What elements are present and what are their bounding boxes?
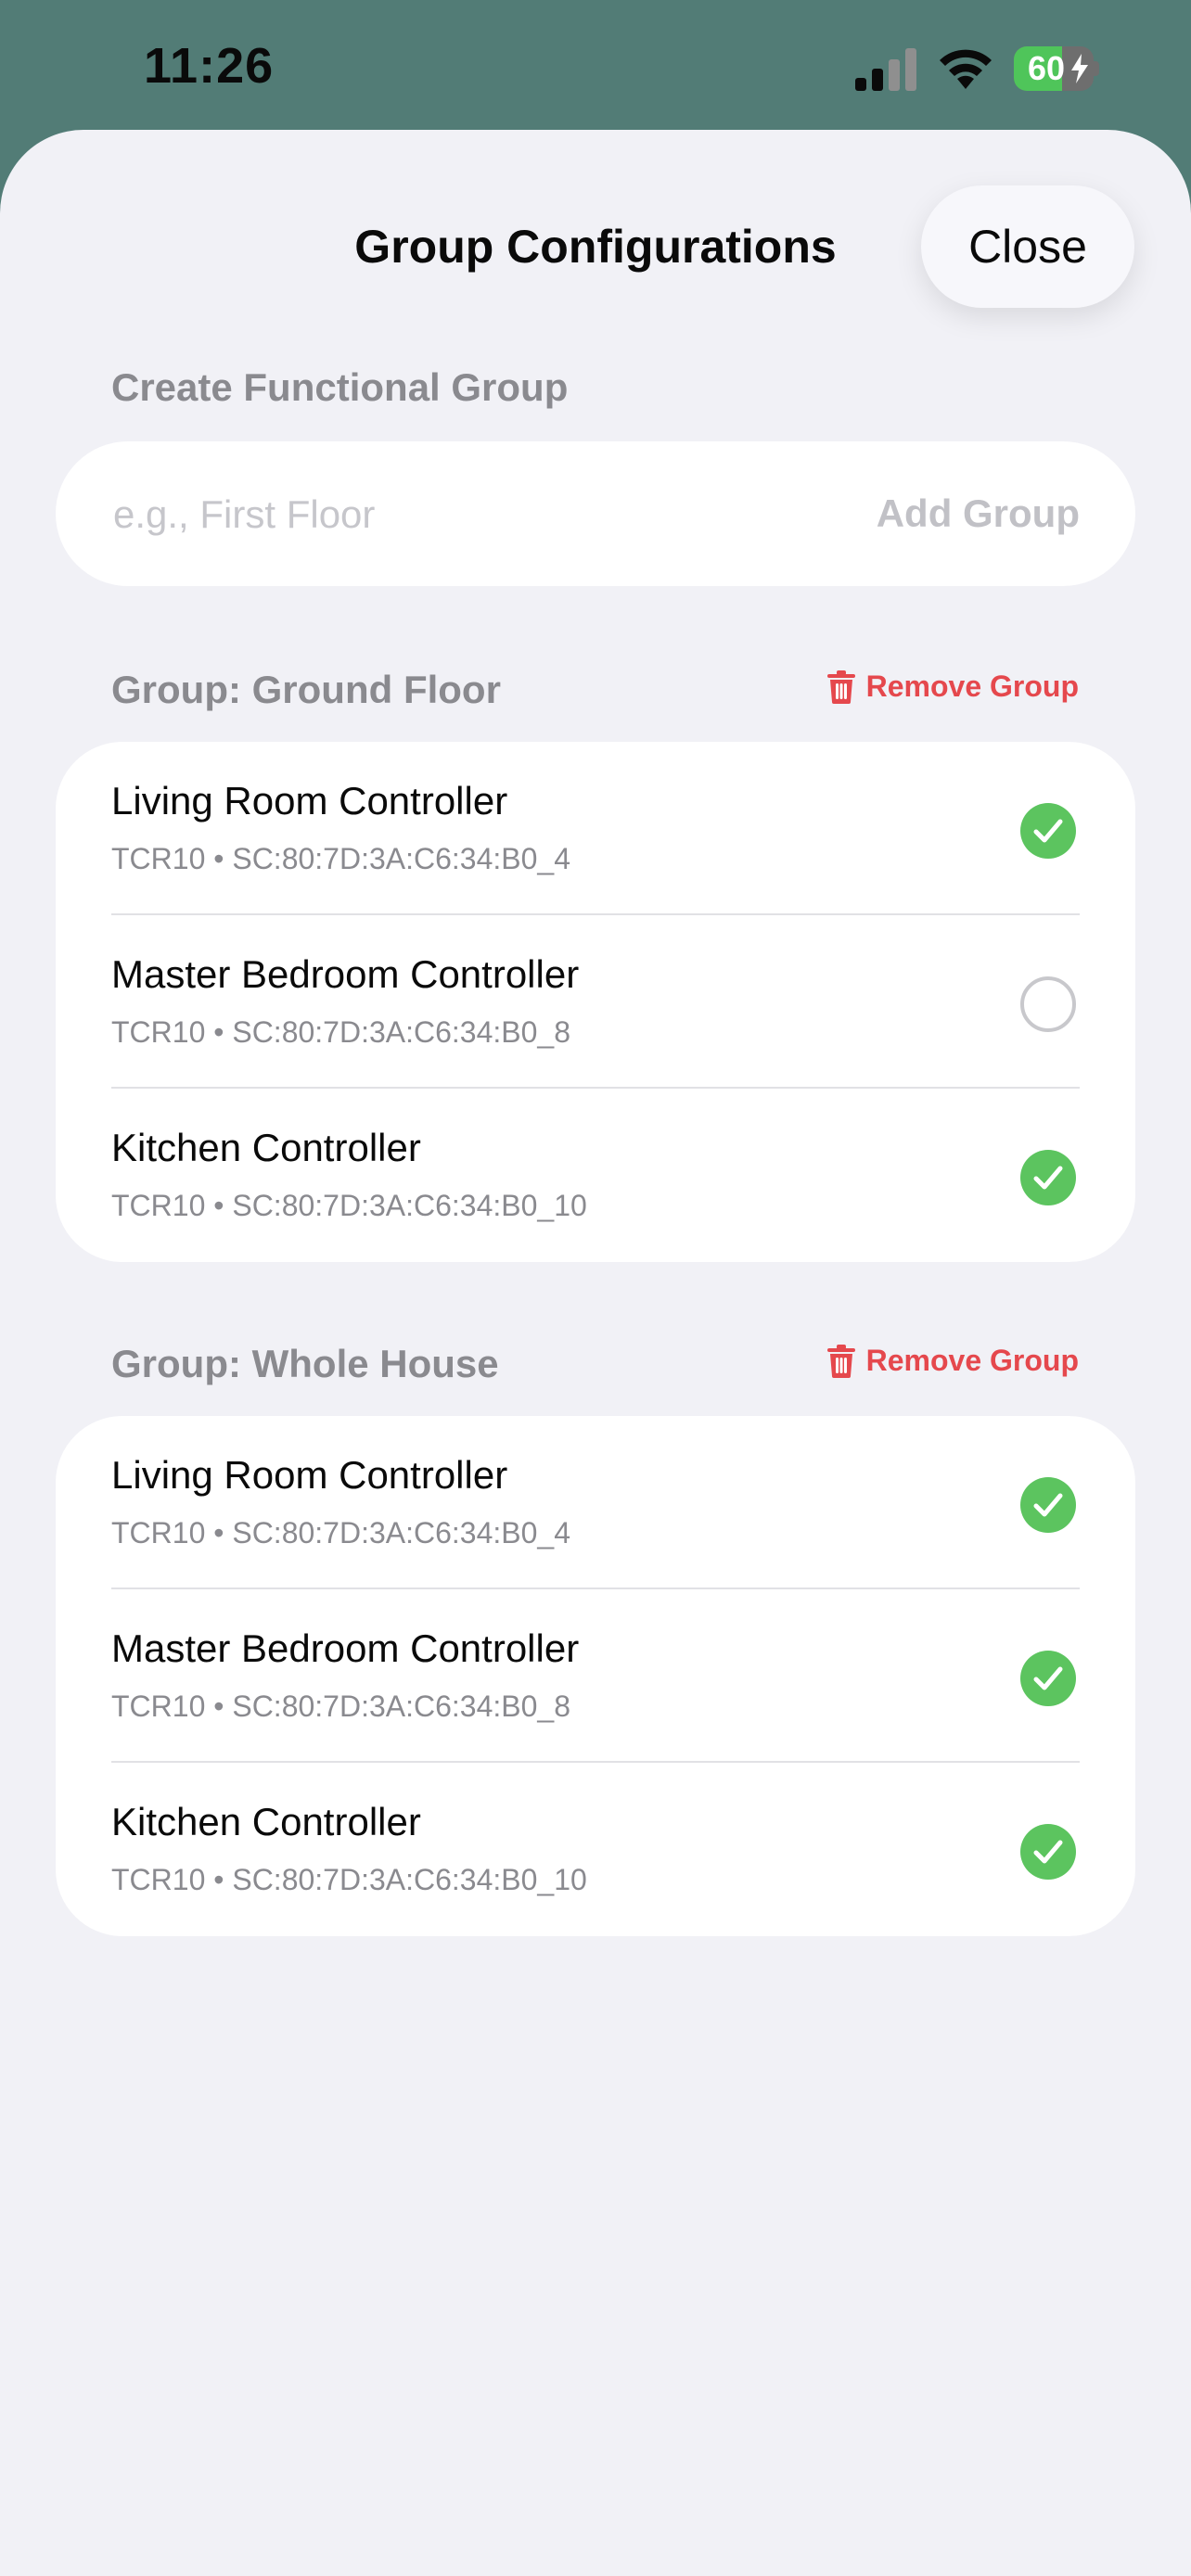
create-group-field: Add Group — [56, 441, 1135, 588]
checkmark-icon[interactable] — [1020, 1824, 1076, 1880]
controller-name: Living Room Controller — [111, 779, 508, 823]
wifi-icon — [940, 49, 992, 89]
checkmark-icon[interactable] — [1020, 1477, 1076, 1533]
remove-group-label: Remove Group — [865, 1344, 1079, 1377]
group-name-input[interactable] — [111, 441, 820, 588]
close-button[interactable]: Close — [921, 185, 1134, 308]
controller-name: Master Bedroom Controller — [111, 952, 580, 996]
remove-group-button[interactable]: Remove Group — [826, 1344, 1079, 1378]
group-card-ground-floor: Living Room Controller TCR10 • SC:80:7D:… — [56, 742, 1135, 1262]
remove-group-label: Remove Group — [865, 670, 1079, 703]
trash-icon — [826, 670, 855, 704]
empty-circle-icon[interactable] — [1020, 976, 1076, 1032]
group-header-whole-house: Group: Whole House — [111, 1342, 499, 1385]
controller-detail: TCR10 • SC:80:7D:3A:C6:34:B0_8 — [111, 1015, 571, 1049]
controller-detail: TCR10 • SC:80:7D:3A:C6:34:B0_8 — [111, 1690, 571, 1723]
remove-group-button[interactable]: Remove Group — [826, 670, 1079, 704]
list-item[interactable]: Master Bedroom Controller TCR10 • SC:80:… — [56, 1589, 1135, 1763]
status-bar: 11:26 60 — [0, 0, 1191, 139]
create-group-header: Create Functional Group — [111, 365, 569, 409]
add-group-button[interactable]: Add Group — [877, 441, 1080, 586]
battery-icon: 60 — [1014, 46, 1099, 91]
signal-icon — [855, 48, 916, 91]
trash-icon — [826, 1344, 855, 1378]
controller-detail: TCR10 • SC:80:7D:3A:C6:34:B0_10 — [111, 1863, 587, 1896]
checkmark-icon[interactable] — [1020, 1150, 1076, 1205]
controller-detail: TCR10 • SC:80:7D:3A:C6:34:B0_10 — [111, 1189, 587, 1222]
group-configurations-sheet: Group Configurations Close Create Functi… — [0, 130, 1191, 2576]
controller-name: Master Bedroom Controller — [111, 1626, 580, 1670]
list-item[interactable]: Kitchen Controller TCR10 • SC:80:7D:3A:C… — [56, 1089, 1135, 1262]
list-item[interactable]: Master Bedroom Controller TCR10 • SC:80:… — [56, 915, 1135, 1089]
controller-name: Kitchen Controller — [111, 1800, 421, 1843]
list-item[interactable]: Living Room Controller TCR10 • SC:80:7D:… — [56, 742, 1135, 915]
controller-detail: TCR10 • SC:80:7D:3A:C6:34:B0_4 — [111, 842, 571, 875]
group-header-ground-floor: Group: Ground Floor — [111, 668, 501, 711]
status-time: 11:26 — [144, 38, 275, 94]
checkmark-icon[interactable] — [1020, 1651, 1076, 1706]
checkmark-icon[interactable] — [1020, 803, 1076, 859]
battery-percent: 60 — [1027, 49, 1066, 87]
charging-bolt-icon — [1071, 54, 1088, 83]
controller-name: Living Room Controller — [111, 1453, 508, 1497]
controller-detail: TCR10 • SC:80:7D:3A:C6:34:B0_4 — [111, 1516, 571, 1549]
list-item[interactable]: Kitchen Controller TCR10 • SC:80:7D:3A:C… — [56, 1763, 1135, 1936]
controller-name: Kitchen Controller — [111, 1126, 421, 1169]
group-card-whole-house: Living Room Controller TCR10 • SC:80:7D:… — [56, 1416, 1135, 1936]
list-item[interactable]: Living Room Controller TCR10 • SC:80:7D:… — [56, 1416, 1135, 1589]
